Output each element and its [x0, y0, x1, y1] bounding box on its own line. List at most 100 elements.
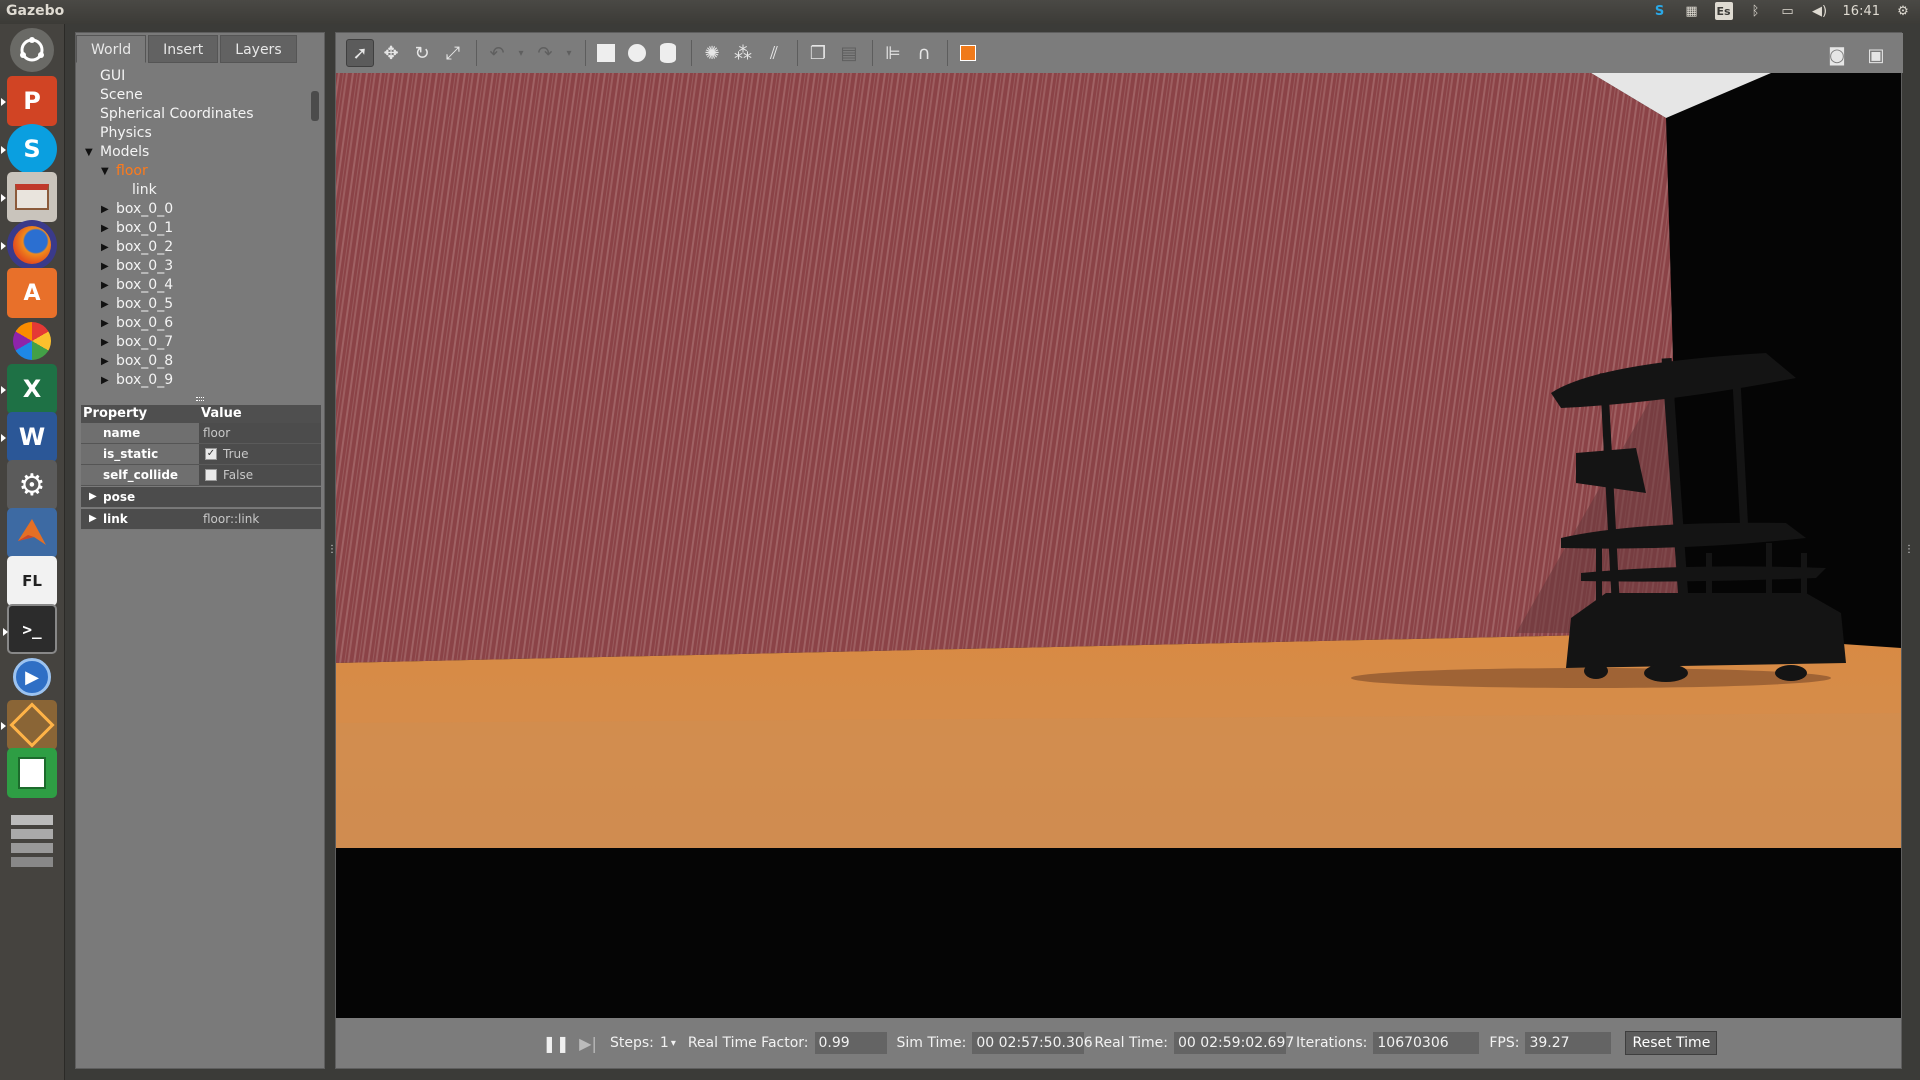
- system-settings-icon[interactable]: ⚙: [7, 460, 57, 510]
- tab-layers[interactable]: Layers: [220, 35, 297, 63]
- dash-home-icon[interactable]: [10, 28, 54, 72]
- skype-status-icon[interactable]: S: [1651, 2, 1669, 20]
- media-player-icon[interactable]: ▶: [7, 652, 57, 702]
- self-collide-value-label: False: [223, 468, 254, 482]
- box-shape-icon[interactable]: [592, 39, 620, 67]
- sphere-shape-icon[interactable]: [623, 39, 651, 67]
- workspace-stack-icon[interactable]: [7, 796, 57, 886]
- volume-icon[interactable]: ◀): [1811, 2, 1829, 20]
- align-icon[interactable]: ⊫: [879, 39, 907, 67]
- tree-item[interactable]: Spherical Coordinates: [76, 105, 311, 124]
- bottom-status-bar: ❚❚ ▶| Steps: 1 ▾ Real Time Factor: 0.99 …: [336, 1018, 1901, 1068]
- left-splitter-handle[interactable]: ⋮: [327, 545, 337, 555]
- tree-scrollbar[interactable]: [311, 91, 319, 121]
- expand-arrow-icon[interactable]: ▶: [101, 314, 109, 333]
- translate-mode-icon[interactable]: ✥: [377, 39, 405, 67]
- tree-item[interactable]: GUI: [76, 67, 311, 86]
- undo-icon[interactable]: ↶: [483, 39, 511, 67]
- step-icon[interactable]: ▶|: [578, 1033, 598, 1053]
- fl-studio-icon[interactable]: FL: [7, 556, 57, 606]
- tree-item[interactable]: ▼ floor: [76, 162, 311, 181]
- terminal-icon[interactable]: >_: [3, 604, 57, 654]
- expand-arrow-icon[interactable]: ▶: [101, 276, 109, 295]
- excel-icon[interactable]: X: [1, 364, 57, 414]
- settings-gear-icon[interactable]: ⚙: [1894, 2, 1912, 20]
- expand-arrow-icon[interactable]: ▶: [101, 352, 109, 371]
- steps-dropdown-icon[interactable]: ▾: [671, 1038, 676, 1049]
- copy-icon[interactable]: ❐: [804, 39, 832, 67]
- tree-item[interactable]: Physics: [76, 124, 311, 143]
- property-key: pose: [103, 490, 136, 504]
- powerpoint-icon[interactable]: P: [1, 76, 57, 126]
- skype-icon[interactable]: S: [1, 124, 57, 174]
- tree-item[interactable]: ▶ box_0_9: [76, 371, 311, 390]
- spot-light-icon[interactable]: ⁂: [729, 39, 757, 67]
- word-icon[interactable]: W: [1, 412, 57, 462]
- tree-item[interactable]: ▶ box_0_6: [76, 314, 311, 333]
- tree-item[interactable]: ▼ Models: [76, 143, 311, 162]
- steps-spinbox[interactable]: 1: [660, 1035, 669, 1051]
- expand-arrow-icon[interactable]: ▶: [101, 219, 109, 238]
- redo-dropdown-icon[interactable]: ▾: [562, 39, 576, 67]
- view-angle-icon[interactable]: [954, 39, 982, 67]
- libreoffice-calc-icon[interactable]: [7, 748, 57, 798]
- tree-item[interactable]: ▶ box_0_3: [76, 257, 311, 276]
- undo-dropdown-icon[interactable]: ▾: [514, 39, 528, 67]
- expand-arrow-icon[interactable]: ▶: [101, 295, 109, 314]
- tree-item[interactable]: ▶ box_0_7: [76, 333, 311, 352]
- expand-arrow-icon[interactable]: ▶: [101, 333, 109, 352]
- tree-item[interactable]: ▶ box_0_2: [76, 238, 311, 257]
- redo-icon[interactable]: ↷: [531, 39, 559, 67]
- collapse-arrow-icon[interactable]: ▼: [101, 162, 109, 181]
- picasa-icon[interactable]: [7, 316, 57, 366]
- point-light-icon[interactable]: ✺: [698, 39, 726, 67]
- right-splitter-handle[interactable]: ⋮: [1904, 545, 1914, 555]
- tree-resize-handle[interactable]: [196, 397, 204, 401]
- rotate-mode-icon[interactable]: ↻: [408, 39, 436, 67]
- keyboard-layout-indicator[interactable]: Es: [1714, 2, 1733, 20]
- property-group-link[interactable]: ▶ link floor::link: [81, 509, 321, 530]
- select-mode-icon[interactable]: ➚: [346, 39, 374, 67]
- tree-item-label: Scene: [100, 87, 143, 103]
- pose-value: [199, 487, 203, 507]
- paste-icon[interactable]: ▤: [835, 39, 863, 67]
- tab-world[interactable]: World: [76, 35, 147, 63]
- expand-arrow-icon[interactable]: ▶: [101, 238, 109, 257]
- workspaces-icon[interactable]: ▦: [1683, 2, 1701, 20]
- unity-launcher: P S A X W ⚙ FL >_ ▶: [0, 24, 65, 1080]
- collapse-arrow-icon[interactable]: ▼: [85, 143, 93, 162]
- snap-icon[interactable]: ∩: [910, 39, 938, 67]
- property-row-name: name floor: [81, 423, 321, 444]
- record-log-icon[interactable]: ▣: [1862, 41, 1890, 69]
- expand-arrow-icon[interactable]: ▶: [101, 371, 109, 390]
- self-collide-checkbox[interactable]: [205, 469, 217, 481]
- is-static-checkbox[interactable]: ✓: [205, 448, 217, 460]
- screenshot-icon[interactable]: ◙: [1823, 41, 1851, 69]
- bluetooth-icon[interactable]: ᛒ: [1747, 2, 1765, 20]
- tree-item[interactable]: ▶ box_0_8: [76, 352, 311, 371]
- tab-insert[interactable]: Insert: [148, 35, 219, 63]
- clock[interactable]: 16:41: [1843, 4, 1880, 19]
- tree-item[interactable]: ▶ box_0_0: [76, 200, 311, 219]
- reset-time-button[interactable]: Reset Time: [1625, 1031, 1718, 1055]
- directional-light-icon[interactable]: ⫽: [760, 39, 788, 67]
- 3d-viewport[interactable]: [336, 73, 1901, 1018]
- battery-icon[interactable]: ▭: [1779, 2, 1797, 20]
- scale-mode-icon[interactable]: ⤢: [439, 39, 467, 67]
- expand-arrow-icon[interactable]: ▶: [101, 200, 109, 219]
- property-group-pose[interactable]: ▶ pose: [81, 487, 321, 508]
- tree-item[interactable]: link: [76, 181, 311, 200]
- cylinder-shape-icon[interactable]: [654, 39, 682, 67]
- matlab-icon[interactable]: [7, 508, 57, 558]
- tree-item[interactable]: ▶ box_0_1: [76, 219, 311, 238]
- firefox-icon[interactable]: [1, 220, 57, 270]
- software-center-icon[interactable]: A: [7, 268, 57, 318]
- tree-item[interactable]: Scene: [76, 86, 311, 105]
- expand-arrow-icon[interactable]: ▶: [101, 257, 109, 276]
- name-value-field[interactable]: floor: [199, 423, 321, 444]
- file-manager-icon[interactable]: [1, 172, 57, 222]
- pause-icon[interactable]: ❚❚: [543, 1033, 570, 1053]
- virtualbox-icon[interactable]: [1, 700, 57, 750]
- tree-item[interactable]: ▶ box_0_4: [76, 276, 311, 295]
- tree-item[interactable]: ▶ box_0_5: [76, 295, 311, 314]
